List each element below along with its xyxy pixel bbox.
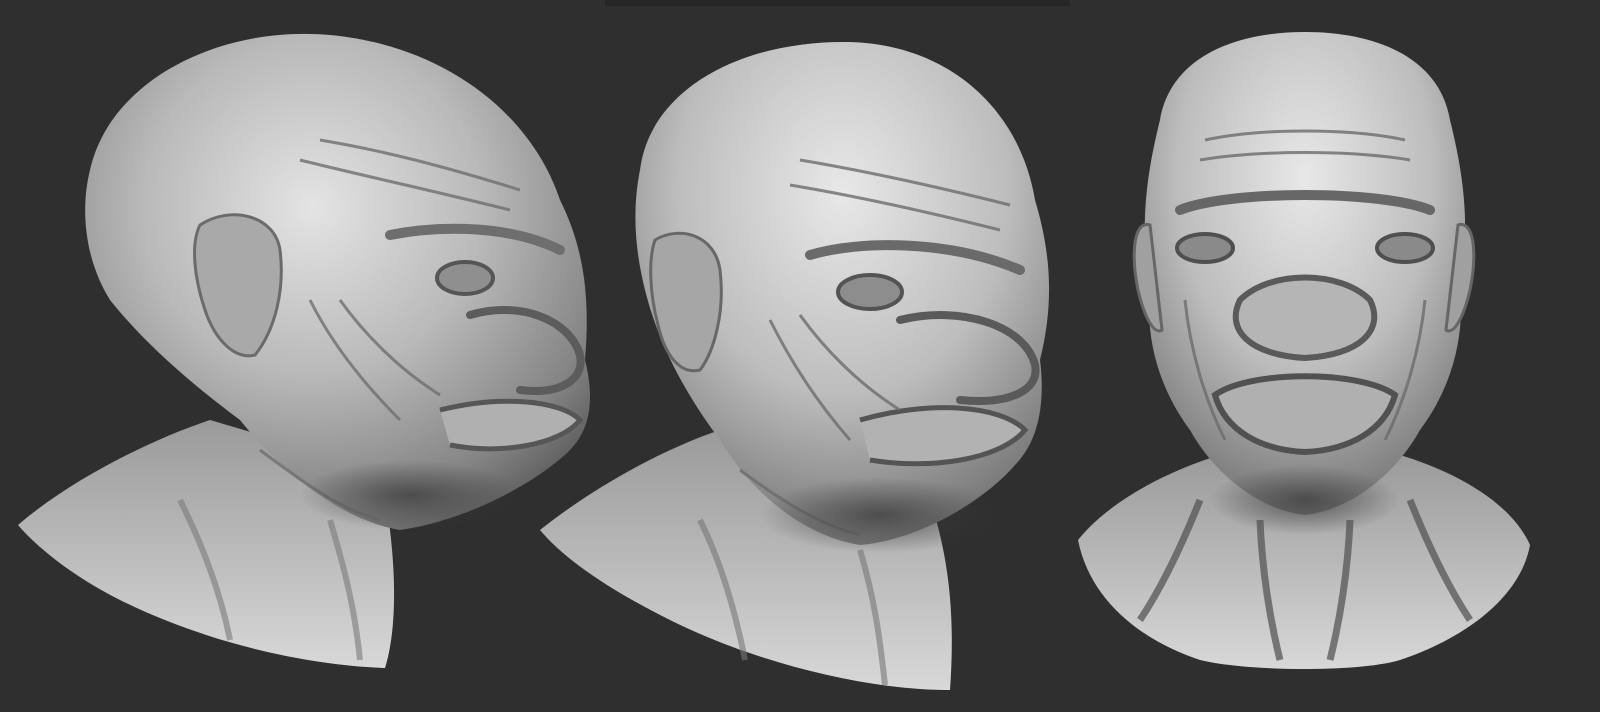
head-front-eye-right [1375,232,1435,264]
sculpt-render [18,32,1530,690]
viewport-canvas [0,0,1600,712]
head-front-eye-left [1175,232,1235,264]
sculpt-head-center [540,41,1050,690]
sculpt-head-front [1078,32,1530,669]
head-center-jaw-shadow [760,477,1000,553]
head-front-snout [1232,274,1378,362]
head-left-eye [435,260,495,296]
sculpt-head-left [18,33,591,668]
head-center-ear [649,231,723,373]
head-center-eye [836,273,904,311]
head-front-jaw-shadow [1210,465,1400,535]
head-left-jaw-shadow [300,460,520,530]
